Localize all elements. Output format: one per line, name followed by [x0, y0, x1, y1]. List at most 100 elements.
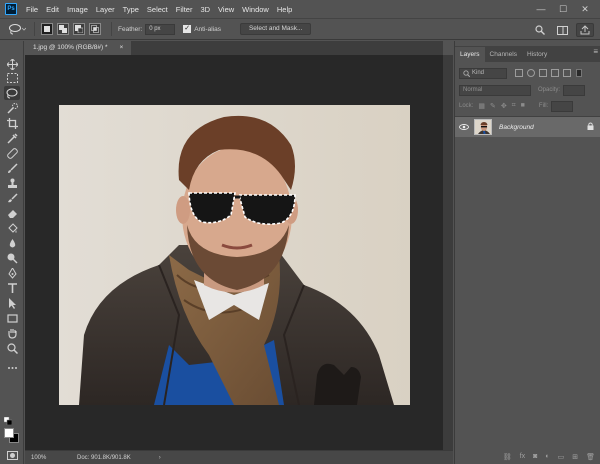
menu-layer[interactable]: Layer: [96, 5, 115, 14]
paint-bucket-tool[interactable]: [4, 221, 20, 235]
tab-channels[interactable]: Channels: [485, 47, 522, 62]
tab-history[interactable]: History: [522, 47, 552, 62]
menu-select[interactable]: Select: [147, 5, 168, 14]
pixel-filter-icon[interactable]: [515, 69, 523, 77]
minimize-button[interactable]: —: [530, 2, 552, 16]
photoshop-logo[interactable]: Ps: [5, 3, 17, 15]
quick-mask-button[interactable]: [4, 448, 20, 462]
new-layer-icon[interactable]: ⊞: [572, 453, 578, 461]
eyedropper-tool[interactable]: [4, 131, 20, 145]
path-select-tool[interactable]: [4, 296, 20, 310]
antialias-checkbox[interactable]: ✓: [183, 25, 192, 33]
menu-type[interactable]: Type: [123, 5, 139, 14]
rect-marquee-tool[interactable]: [4, 71, 20, 85]
foreground-color-swatch[interactable]: [4, 428, 14, 438]
select-and-mask-button[interactable]: Select and Mask...: [239, 23, 312, 35]
tool-preset-picker[interactable]: [6, 21, 28, 37]
rectangle-tool[interactable]: [4, 311, 20, 325]
bandage-icon: [6, 147, 18, 159]
lasso-tool[interactable]: [4, 86, 20, 100]
more-tools[interactable]: [4, 361, 20, 375]
new-group-icon[interactable]: ▭: [558, 453, 565, 461]
smart-object-filter-icon[interactable]: [563, 69, 571, 77]
type-filter-icon[interactable]: [539, 69, 547, 77]
default-colors-button[interactable]: [3, 416, 13, 426]
fill-input[interactable]: [551, 100, 574, 112]
document-tab[interactable]: 1.jpg @ 100% (RGB/8#) * ×: [25, 41, 132, 55]
status-menu-arrow[interactable]: ›: [159, 455, 161, 461]
zoom-tool[interactable]: [4, 341, 20, 355]
history-brush-tool[interactable]: [4, 191, 20, 205]
link-layers-icon[interactable]: ⛓: [503, 453, 512, 461]
quick-select-tool[interactable]: [4, 101, 20, 115]
eye-icon: [459, 124, 469, 130]
clone-stamp-tool[interactable]: [4, 176, 20, 190]
blur-tool[interactable]: [4, 236, 20, 250]
menu-view[interactable]: View: [218, 5, 234, 14]
opacity-label: Opacity:: [538, 87, 561, 93]
lock-position-icon[interactable]: ✥: [501, 102, 507, 110]
menu-window[interactable]: Window: [242, 5, 269, 14]
add-to-selection-button[interactable]: [57, 23, 69, 35]
adjustment-layer-icon[interactable]: ◐: [545, 453, 549, 460]
maximize-button[interactable]: ☐: [552, 2, 574, 16]
workspace-button[interactable]: [554, 23, 570, 37]
lock-icon: [587, 122, 594, 130]
vertical-scrollbar[interactable]: [443, 55, 453, 450]
tab-layers[interactable]: Layers: [455, 47, 485, 62]
close-tab-button[interactable]: ×: [120, 41, 124, 55]
menu-edit[interactable]: Edit: [46, 5, 59, 14]
type-icon: [7, 282, 17, 293]
feather-input[interactable]: 0 px: [145, 23, 176, 35]
feather-label: Feather:: [118, 25, 143, 33]
options-right-group: [532, 23, 594, 37]
hand-tool[interactable]: [4, 326, 20, 340]
delete-layer-icon[interactable]: 🗑: [586, 453, 595, 461]
lock-transparent-icon[interactable]: ▦: [478, 102, 485, 110]
menu-image[interactable]: Image: [67, 5, 88, 14]
blend-mode-select[interactable]: Normal: [459, 84, 531, 96]
menu-help[interactable]: Help: [277, 5, 292, 14]
adjustment-filter-icon[interactable]: [527, 69, 535, 77]
menu-file[interactable]: File: [26, 5, 38, 14]
crop-icon: [6, 117, 18, 129]
add-mask-icon[interactable]: ◙: [533, 453, 537, 460]
menu-filter[interactable]: Filter: [176, 5, 193, 14]
lock-all-icon[interactable]: ■: [521, 102, 525, 110]
menu-3d[interactable]: 3D: [200, 5, 210, 14]
move-tool[interactable]: [4, 57, 20, 71]
crop-tool[interactable]: [4, 116, 20, 130]
pen-tool[interactable]: [4, 266, 20, 280]
close-button[interactable]: ✕: [574, 2, 596, 16]
lock-image-icon[interactable]: ✎: [490, 102, 496, 110]
document-tab-title: 1.jpg @ 100% (RGB/8#) *: [33, 44, 108, 51]
opacity-input[interactable]: [563, 84, 586, 96]
panel-menu-icon[interactable]: ≡: [593, 47, 598, 56]
document-image[interactable]: [59, 105, 410, 405]
healing-tool[interactable]: [4, 146, 20, 160]
eraser-tool[interactable]: [4, 206, 20, 220]
visibility-toggle[interactable]: [458, 124, 470, 130]
type-tool[interactable]: [4, 281, 20, 295]
right-panels: Layers Channels History ≡ Kind Normal Op…: [454, 41, 600, 464]
brush-tool[interactable]: [4, 161, 20, 175]
zoom-level[interactable]: 100%: [31, 455, 71, 461]
dodge-icon: [7, 253, 17, 263]
rectangle-icon: [6, 313, 18, 323]
search-button[interactable]: [532, 23, 548, 37]
intersect-selection-button[interactable]: [89, 23, 101, 35]
layer-kind-filter[interactable]: Kind: [459, 67, 507, 79]
share-button[interactable]: [576, 23, 594, 37]
shape-filter-icon[interactable]: [551, 69, 559, 77]
new-selection-button[interactable]: [41, 23, 53, 35]
pen-icon: [7, 267, 17, 279]
layer-name[interactable]: Background: [499, 124, 534, 131]
fx-icon[interactable]: fx: [520, 453, 525, 460]
lock-artboard-icon[interactable]: ⌗: [512, 102, 516, 110]
dodge-tool[interactable]: [4, 251, 20, 265]
subtract-from-selection-button[interactable]: [73, 23, 85, 35]
status-bar: 100% Doc: 901.8K/901.8K ›: [25, 450, 453, 464]
filter-toggle[interactable]: [576, 69, 582, 77]
layer-row[interactable]: Background: [455, 117, 600, 137]
lock-icons: ▦ ✎ ✥ ⌗ ■: [478, 102, 525, 110]
